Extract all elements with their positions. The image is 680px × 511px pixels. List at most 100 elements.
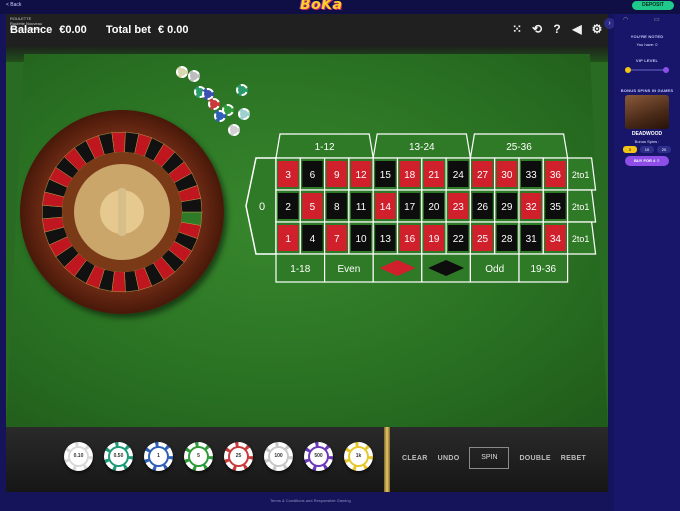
wheel-spindle [118, 188, 126, 236]
chip-value: 5 [190, 448, 207, 465]
felt-chip [228, 124, 240, 136]
chip-value: 25 [230, 448, 247, 465]
roulette-wheel [20, 110, 224, 314]
balance-row: Balance €0.00 Total bet € 0.00 [10, 24, 193, 36]
number-label: 33 [526, 170, 538, 181]
chip-button[interactable]: 500 [304, 442, 333, 471]
site-header: < Back BoKa DEPOSIT [0, 0, 680, 14]
noted-label: YOU'RE NOTED [630, 34, 664, 39]
number-label: 12 [355, 170, 367, 181]
deposit-button[interactable]: DEPOSIT [632, 1, 674, 10]
number-label: 26 [477, 202, 489, 213]
total-bet-value: € 0.00 [157, 24, 189, 36]
outside-label: 19-36 [531, 264, 557, 275]
number-label: 6 [310, 170, 316, 181]
chip-value: 500 [310, 448, 327, 465]
number-label: 2 [285, 202, 291, 213]
chip-button[interactable]: 5 [184, 442, 213, 471]
spin-option[interactable]: 5 [623, 146, 637, 153]
felt-chip [176, 66, 188, 78]
chip-button[interactable]: 1k [344, 442, 373, 471]
number-label: 27 [477, 170, 489, 181]
wifi-icon: ◠ [623, 17, 629, 23]
felt-chip [238, 108, 250, 120]
chip-value: 1k [350, 448, 367, 465]
control-bar: 0.10 0.50 1 5 25 100 500 1k CLEAR UNDO SPIN DOU… [6, 427, 608, 492]
balance-value: €0.00 [59, 24, 87, 36]
number-label: 5 [310, 202, 316, 213]
betting-layout: 01-12 13-24 25-363 6 9 12 15 18 21 24 27 30 33 362 5 8 1… [245, 133, 597, 283]
dozen-label: 1-12 [315, 142, 335, 153]
balance-label: Balance [10, 24, 53, 36]
bonus-spins-label: Bonus Spins : [634, 139, 660, 144]
undo-button[interactable]: UNDO [438, 455, 460, 462]
chip-button[interactable]: 100 [264, 442, 293, 471]
spin-option[interactable]: 20 [657, 146, 671, 153]
outside-label: 1-18 [290, 264, 310, 275]
spin-option[interactable]: 10 [640, 146, 654, 153]
number-label: 8 [334, 202, 340, 213]
history-icon[interactable]: ⟲ [530, 22, 544, 36]
zero-label: 0 [259, 201, 265, 213]
number-label: 3 [285, 170, 291, 181]
number-label: 15 [380, 170, 392, 181]
number-label: 10 [355, 234, 367, 245]
grid-icon[interactable]: ⁙ [510, 22, 524, 36]
spin-button[interactable]: SPIN [469, 447, 510, 469]
number-label: 28 [501, 234, 513, 245]
number-label: 30 [501, 170, 513, 181]
action-buttons: CLEAR UNDO SPIN DOUBLE REBET [402, 447, 586, 469]
total-bet-label: Total bet [105, 24, 151, 36]
back-link[interactable]: < Back [6, 2, 21, 8]
number-label: 29 [501, 202, 513, 213]
number-label: 20 [428, 202, 440, 213]
chip-value: 1 [150, 448, 167, 465]
number-label: 14 [380, 202, 392, 213]
number-label: 13 [380, 234, 392, 245]
chip-value: 0.10 [70, 448, 87, 465]
wheel-pocket [111, 131, 126, 153]
chip-button[interactable]: 0.50 [104, 442, 133, 471]
footer-link[interactable]: Terms & Conditions and Responsible Gamin… [270, 498, 351, 503]
game-thumbnail[interactable] [625, 95, 669, 129]
clear-button[interactable]: CLEAR [402, 455, 428, 462]
wheel-pockets [41, 131, 203, 293]
column-label: 2to1 [572, 202, 590, 212]
number-label: 34 [550, 234, 562, 245]
dozen-label: 13-24 [409, 142, 435, 153]
vip-progress-icon [625, 67, 669, 73]
chip-button[interactable]: 1 [144, 442, 173, 471]
dozen-label: 25-36 [506, 142, 532, 153]
number-label: 17 [404, 202, 416, 213]
felt-chip [208, 98, 220, 110]
bonus-game-title: DEADWOOD [631, 131, 663, 137]
roulette-game: ROULETTE Roulette Nouveau RELAX GAMING B… [6, 14, 608, 492]
number-label: 22 [453, 234, 465, 245]
chip-button[interactable]: 25 [224, 442, 253, 471]
game-header: ROULETTE Roulette Nouveau RELAX GAMING B… [6, 14, 608, 44]
vip-section: VIP LEVEL [614, 58, 680, 81]
settings-icon[interactable]: ⚙ [590, 22, 604, 36]
number-label: 23 [453, 202, 465, 213]
rebet-button[interactable]: REBET [561, 455, 586, 462]
number-label: 1 [285, 234, 291, 245]
number-label: 7 [334, 234, 340, 245]
chip-value: 100 [270, 448, 287, 465]
number-label: 4 [310, 234, 316, 245]
help-icon[interactable]: ? [550, 22, 564, 36]
double-button[interactable]: DOUBLE [519, 455, 550, 462]
number-label: 32 [526, 202, 538, 213]
number-label: 24 [453, 170, 465, 181]
panel-icon[interactable]: ▭ [654, 16, 660, 23]
felt-chip [188, 70, 200, 82]
bonus-label: BONUS SPINS IN GAMES [620, 88, 674, 93]
sound-icon[interactable]: ◀ [570, 22, 584, 36]
you-have-text: You have: 0 [636, 42, 658, 47]
game-toolbar: ⁙ ⟲ ? ◀ ⚙ [510, 22, 604, 36]
column-label: 2to1 [572, 170, 590, 180]
number-label: 19 [428, 234, 440, 245]
buy-button[interactable]: BUY FOR 4 ♢ [625, 156, 669, 166]
number-label: 21 [428, 170, 440, 181]
chip-button[interactable]: 0.10 [64, 442, 93, 471]
outside-label: Odd [485, 264, 504, 275]
